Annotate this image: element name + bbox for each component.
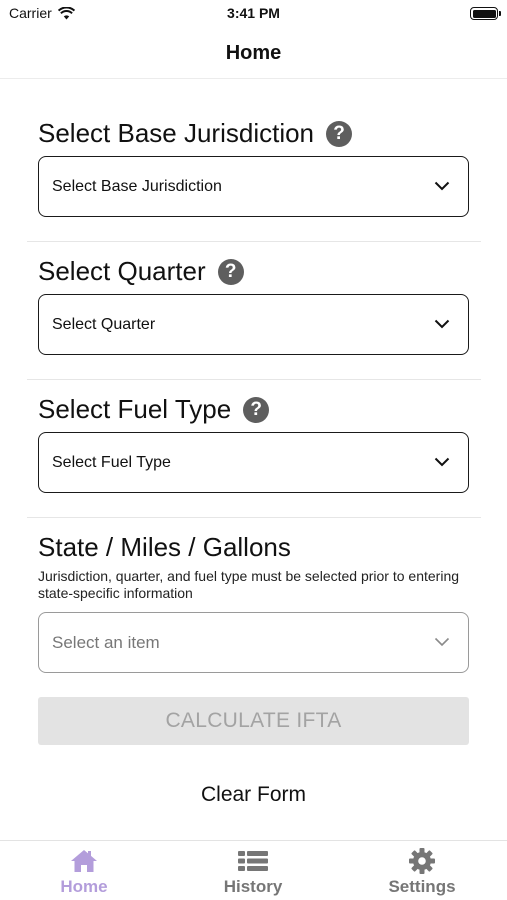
tab-bar: Home History Settings [0,840,507,900]
tab-home-label: Home [60,877,108,896]
state-item-placeholder: Select an item [52,632,160,652]
state-miles-helper-text: Jurisdiction, quarter, and fuel type mus… [38,568,460,601]
divider [27,517,481,518]
state-item-select[interactable]: Select an item [38,612,469,673]
battery-icon [470,7,501,20]
base-jurisdiction-label-row: Select Base Jurisdiction ? [38,118,353,149]
tab-history[interactable]: History [193,847,313,897]
fuel-type-label-row: Select Fuel Type ? [38,394,270,425]
help-icon[interactable]: ? [217,258,244,285]
base-jurisdiction-value: Select Base Jurisdiction [52,177,222,195]
quarter-select[interactable]: Select Quarter [38,294,469,355]
clock: 3:41 PM [227,5,280,21]
divider [27,379,481,380]
nav-bar: Home [0,28,507,79]
help-icon[interactable]: ? [326,120,353,147]
quarter-value: Select Quarter [52,315,156,333]
gear-icon [409,848,435,874]
quarter-label: Select Quarter [38,256,206,286]
home-icon [71,850,97,872]
state-miles-label: State / Miles / Gallons [38,532,291,562]
base-jurisdiction-label: Select Base Jurisdiction [38,118,315,148]
calculate-ifta-button[interactable]: CALCULATE IFTA [38,697,469,745]
divider [27,241,481,242]
list-icon [238,851,268,871]
fuel-type-label: Select Fuel Type [38,394,232,424]
chevron-down-icon [434,457,450,467]
tab-history-label: History [223,877,283,896]
tab-home[interactable]: Home [24,847,144,897]
clear-form-button[interactable]: Clear Form [0,783,507,807]
tab-settings-label: Settings [388,877,456,896]
chevron-down-icon [434,637,450,647]
page-title: Home [225,42,282,64]
tab-settings[interactable]: Settings [362,847,482,897]
status-bar: Carrier 3:41 PM [0,0,507,28]
fuel-type-select[interactable]: Select Fuel Type [38,432,469,493]
quarter-label-row: Select Quarter ? [38,256,244,287]
fuel-type-value: Select Fuel Type [52,453,171,471]
chevron-down-icon [434,319,450,329]
base-jurisdiction-select[interactable]: Select Base Jurisdiction [38,156,469,217]
help-icon[interactable]: ? [243,396,270,423]
chevron-down-icon [434,181,450,191]
state-miles-label-row: State / Miles / Gallons [38,532,291,563]
